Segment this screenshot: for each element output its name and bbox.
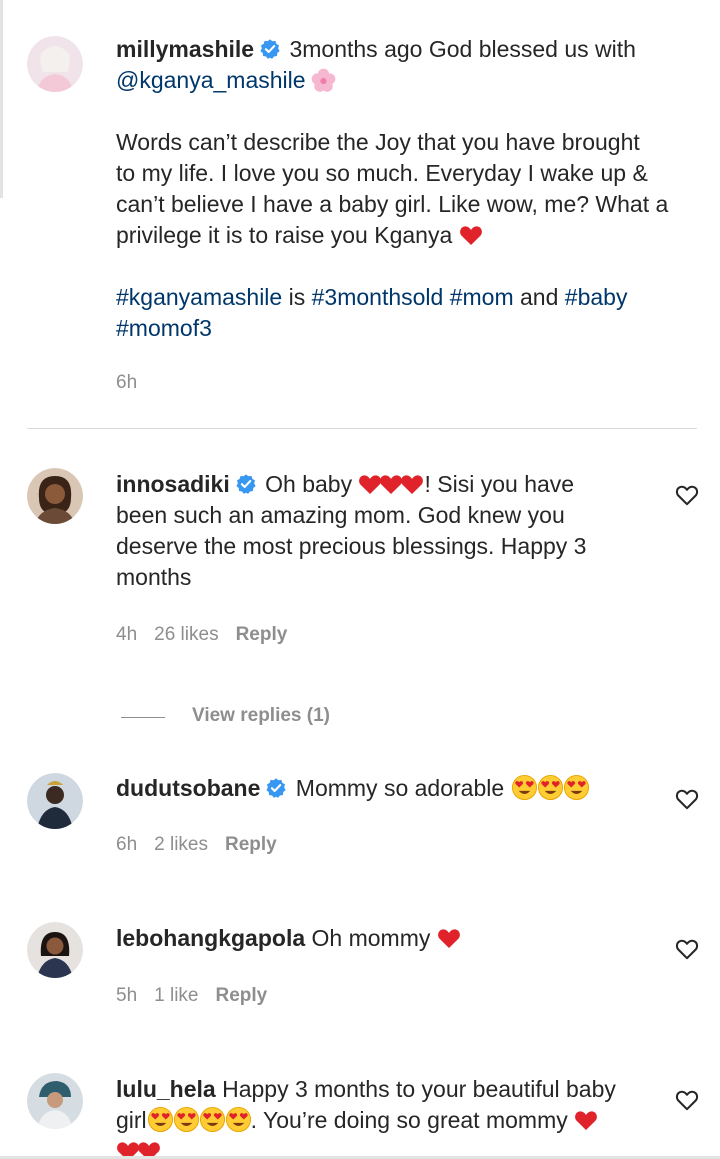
comment-username[interactable]: dudutsobane xyxy=(116,775,260,801)
red-heart-icon xyxy=(401,475,424,494)
avatar[interactable] xyxy=(27,1073,83,1129)
timestamp: 6h xyxy=(116,372,138,393)
like-heart-icon[interactable] xyxy=(674,936,700,962)
caption-divider xyxy=(27,428,697,429)
comment-text: innosadiki Oh baby ! Sisi you have been … xyxy=(116,471,587,590)
comment-text: lulu_hela Happy 3 months to your beautif… xyxy=(116,1074,616,1159)
red-heart-icon xyxy=(575,1111,598,1130)
replies-line xyxy=(121,717,165,718)
heart-eyes-emoji-icon xyxy=(537,774,563,801)
avatar[interactable] xyxy=(27,922,83,978)
cherry-blossom-icon xyxy=(311,68,335,92)
avatar[interactable] xyxy=(27,773,83,829)
comment-meta: 4h 26 likes Reply xyxy=(116,624,287,646)
verified-badge-icon xyxy=(260,39,280,59)
like-heart-icon[interactable] xyxy=(674,786,700,812)
comment-meta: 6h 2 likes Reply xyxy=(116,834,277,856)
timestamp: 4h xyxy=(116,624,138,645)
like-heart-icon[interactable] xyxy=(674,482,700,508)
heart-eyes-emoji-icon xyxy=(199,1106,225,1133)
left-edge-line xyxy=(0,0,3,198)
heart-eyes-emoji-icon xyxy=(147,1106,173,1133)
timestamp: 6h xyxy=(116,834,138,855)
comment-username[interactable]: lulu_hela xyxy=(116,1076,216,1102)
comment-text: dudutsobane Mommy so adorable xyxy=(116,773,589,804)
view-replies-button[interactable]: View replies (1) xyxy=(192,705,330,727)
red-heart-icon xyxy=(437,929,460,948)
heart-eyes-emoji-icon xyxy=(225,1106,251,1133)
verified-badge-icon xyxy=(266,778,287,798)
hashtag-link[interactable]: #kganyamashile xyxy=(116,284,282,310)
caption-meta: 6h xyxy=(116,372,137,394)
comment-meta: 5h 1 like Reply xyxy=(116,985,267,1007)
comment-username[interactable]: innosadiki xyxy=(116,471,230,497)
heart-eyes-emoji-icon xyxy=(511,774,537,801)
hashtag-link[interactable]: #momof3 xyxy=(116,315,212,341)
hashtag-link[interactable]: #baby xyxy=(565,284,628,310)
likes-count[interactable]: 1 like xyxy=(154,985,198,1007)
avatar[interactable] xyxy=(27,468,83,524)
reply-button[interactable]: Reply xyxy=(216,985,268,1007)
comment-username[interactable]: lebohangkgapola xyxy=(116,925,305,951)
red-heart-icon xyxy=(459,226,482,245)
verified-badge-icon xyxy=(236,474,256,494)
likes-count[interactable]: 2 likes xyxy=(154,834,208,856)
likes-count[interactable]: 26 likes xyxy=(154,624,218,646)
reply-button[interactable]: Reply xyxy=(225,834,277,856)
avatar[interactable] xyxy=(27,36,83,92)
like-heart-icon[interactable] xyxy=(674,1087,700,1113)
hashtag-link[interactable]: #3monthsold xyxy=(312,284,444,310)
heart-eyes-emoji-icon xyxy=(563,774,589,801)
comment-text: lebohangkgapola Oh mommy xyxy=(116,923,461,954)
heart-eyes-emoji-icon xyxy=(173,1106,199,1133)
caption-username[interactable]: millymashile xyxy=(116,36,254,62)
reply-button[interactable]: Reply xyxy=(236,624,288,646)
caption-text: millymashile 3months ago God blessed us … xyxy=(116,36,669,341)
mention-link[interactable]: @kganya_mashile xyxy=(116,67,306,93)
timestamp: 5h xyxy=(116,985,138,1006)
hashtag-link[interactable]: #mom xyxy=(450,284,514,310)
